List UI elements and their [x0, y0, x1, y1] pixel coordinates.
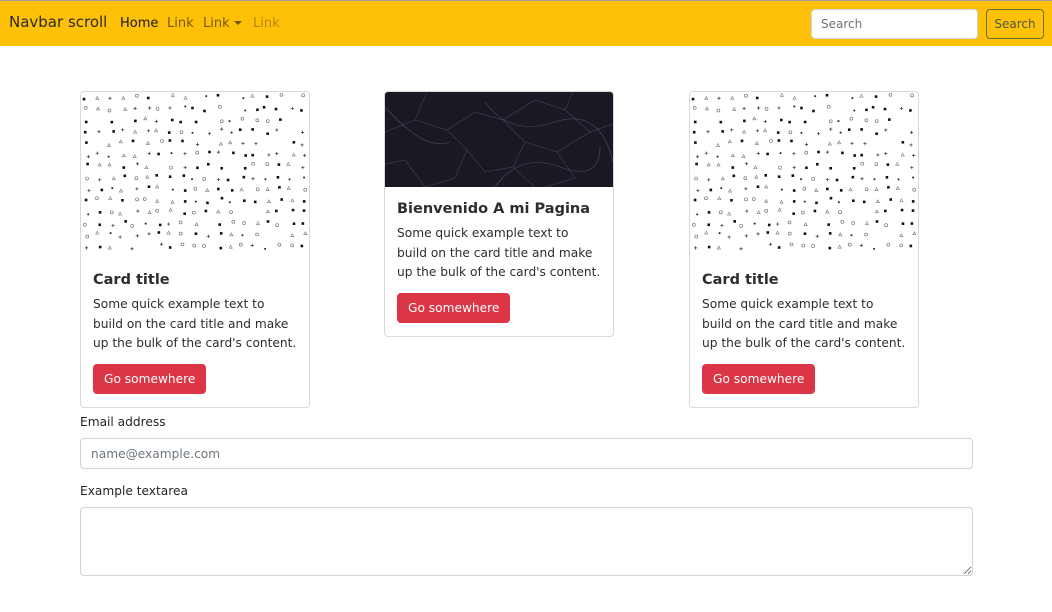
search-input[interactable]: [811, 9, 978, 39]
pattern-dots-image: [81, 92, 309, 258]
card-text: Some quick example text to build on the …: [702, 297, 906, 350]
navbar-brand[interactable]: Navbar scroll: [9, 13, 107, 31]
card-body: Card title Some quick example text to bu…: [81, 258, 309, 407]
email-field[interactable]: [80, 438, 973, 469]
card-text: Some quick example text to build on the …: [397, 226, 601, 279]
card-body: Bienvenido A mi Pagina Some quick exampl…: [385, 187, 613, 336]
card-title: Card title: [93, 272, 170, 288]
nav-link-disabled: Link: [253, 16, 280, 31]
card: Card title Some quick example text to bu…: [80, 91, 310, 408]
example-textarea[interactable]: [80, 507, 973, 576]
card: Card title Some quick example text to bu…: [689, 91, 919, 408]
chevron-down-icon: [233, 21, 242, 25]
navbar: Navbar scroll Home Link Link Link Search: [0, 0, 1052, 46]
email-label: Email address: [80, 415, 166, 429]
card: Bienvenido A mi Pagina Some quick exampl…: [384, 91, 614, 337]
card-body: Card title Some quick example text to bu…: [690, 258, 918, 407]
pattern-dots-image: [690, 92, 918, 258]
nav-dropdown-label: Link: [203, 16, 230, 31]
card-title: Card title: [702, 272, 779, 288]
nav-dropdown[interactable]: Link: [203, 16, 242, 31]
search-button[interactable]: Search: [986, 9, 1044, 39]
card-title: Bienvenido A mi Pagina: [397, 201, 591, 217]
go-somewhere-button[interactable]: Go somewhere: [397, 292, 511, 323]
go-somewhere-button[interactable]: Go somewhere: [93, 363, 207, 394]
nav-link[interactable]: Link: [167, 16, 194, 31]
card-text: Some quick example text to build on the …: [93, 297, 297, 350]
textarea-label: Example textarea: [80, 484, 188, 498]
nav-link-home[interactable]: Home: [120, 16, 158, 31]
go-somewhere-button[interactable]: Go somewhere: [702, 363, 816, 394]
dark-network-image: [385, 92, 613, 187]
